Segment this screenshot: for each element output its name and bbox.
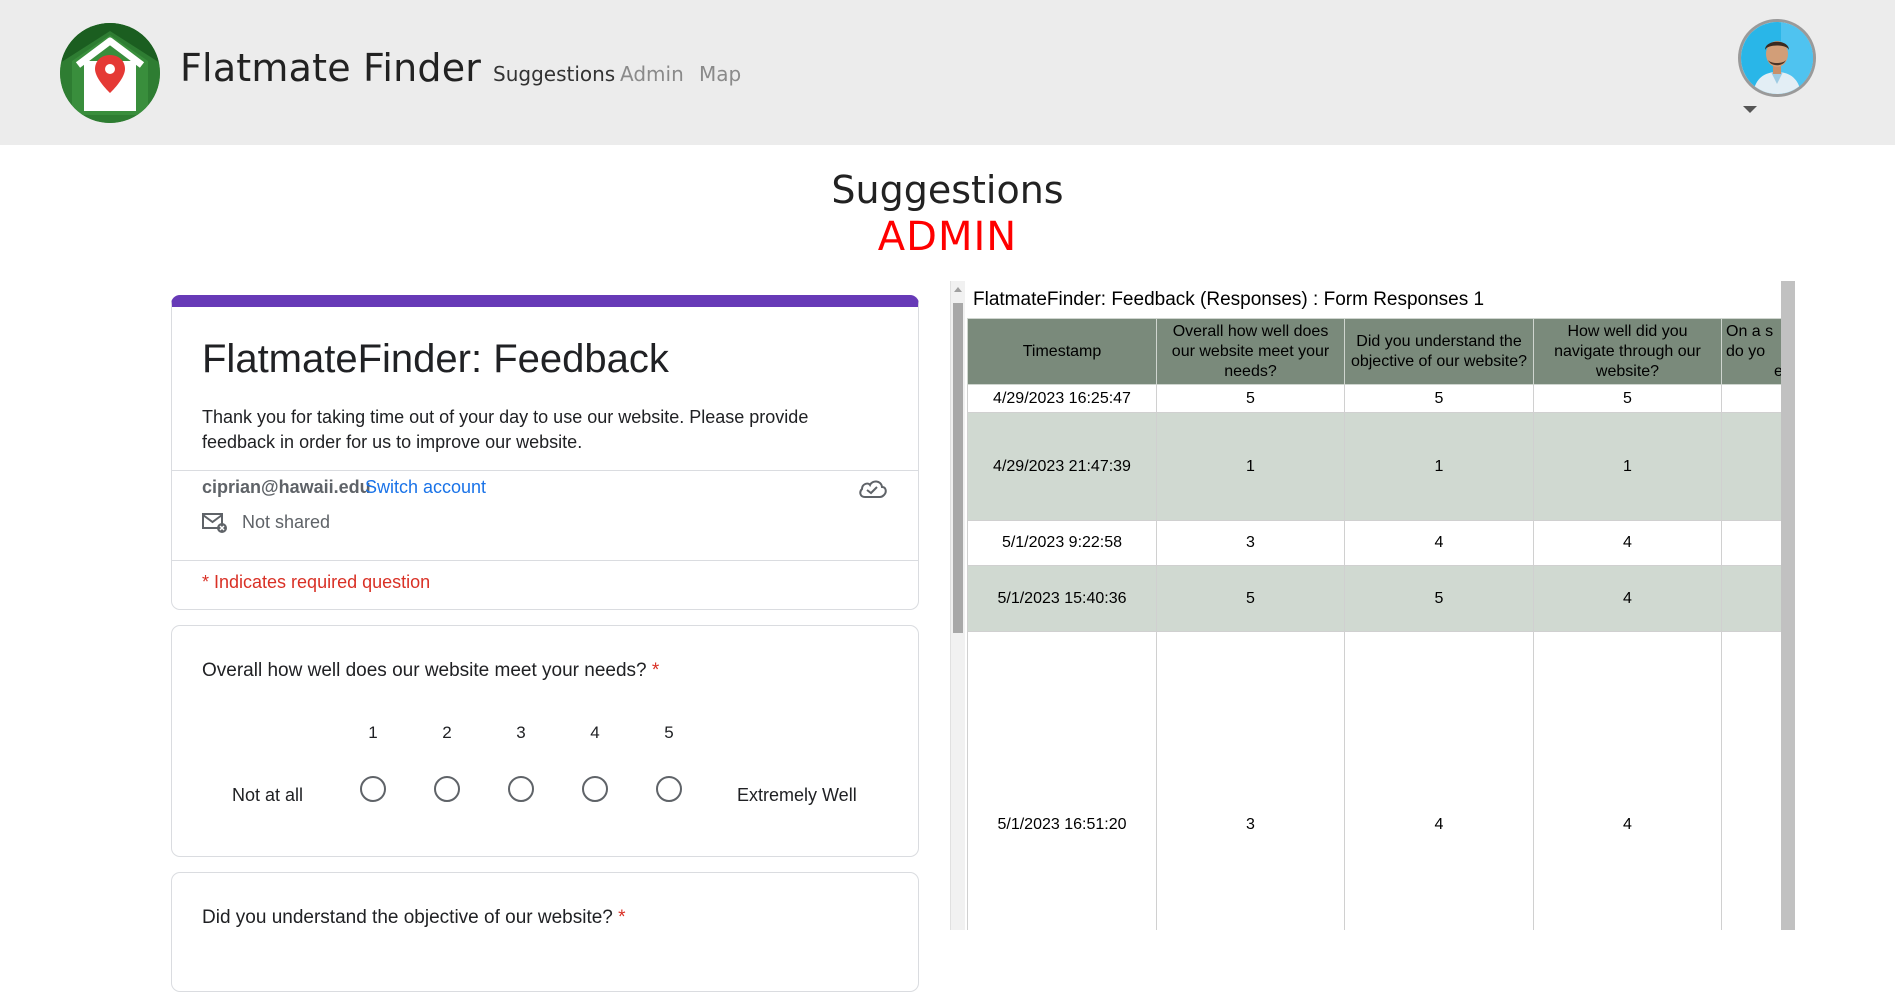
cell-q4 <box>1721 412 1788 521</box>
header-cell-timestamp: Timestamp <box>967 318 1157 385</box>
cell-timestamp: 4/29/2023 21:47:39 <box>967 412 1157 521</box>
cell-timestamp: 4/29/2023 16:25:47 <box>967 384 1157 413</box>
cell-q3: 1 <box>1533 412 1722 521</box>
cell-q2: 4 <box>1344 520 1534 566</box>
not-shared-label: Not shared <box>242 512 331 532</box>
cell-q4 <box>1721 520 1788 566</box>
cell-q1: 1 <box>1156 412 1345 521</box>
divider <box>172 470 918 471</box>
form-description: Thank you for taking time out of your da… <box>202 407 809 452</box>
table-row: 5/1/2023 9:22:58 3 4 4 <box>967 520 1788 566</box>
header-cell-q4-partial: On a s do yo e <box>1721 318 1788 385</box>
cloud-check-icon <box>857 477 887 501</box>
radio-option-1[interactable] <box>360 776 386 802</box>
header-partial-line: do yo <box>1726 342 1766 360</box>
form-header-card: FlatmateFinder: Feedback Thank you for t… <box>171 295 919 610</box>
radio-option-2[interactable] <box>434 776 460 802</box>
header-cell-q1: Overall how well does our website meet y… <box>1156 318 1345 385</box>
cell-timestamp: 5/1/2023 15:40:36 <box>967 565 1157 632</box>
cell-q2: 1 <box>1344 412 1534 521</box>
responses-sheet-embed[interactable]: FlatmateFinder: Feedback (Responses) : F… <box>950 281 1795 930</box>
page-title: Suggestions <box>831 168 1064 212</box>
question-card-1: Overall how well does our website meet y… <box>171 625 919 857</box>
sheet-scrollbar-thumb[interactable] <box>953 303 963 633</box>
cell-q2: 5 <box>1344 384 1534 413</box>
form-title: FlatmateFinder: Feedback <box>202 337 669 381</box>
cell-timestamp: 5/1/2023 9:22:58 <box>967 520 1157 566</box>
avatar-dropdown-caret[interactable] <box>1743 106 1757 113</box>
divider <box>172 560 918 561</box>
question-text: Did you understand the objective of our … <box>202 907 626 929</box>
scale-label-4: 4 <box>590 723 600 742</box>
radio-option-4[interactable] <box>582 776 608 802</box>
table-row: 4/29/2023 16:25:47 5 5 5 <box>967 384 1788 413</box>
required-note: * Indicates required question <box>202 572 431 592</box>
top-navbar: Flatmate Finder Suggestions Admin Map <box>0 0 1895 145</box>
brand-title[interactable]: Flatmate Finder <box>180 46 481 90</box>
nav-map[interactable]: Map <box>699 62 741 86</box>
cell-q3: 5 <box>1533 384 1722 413</box>
nav-admin[interactable]: Admin <box>620 62 684 86</box>
cell-q1: 5 <box>1156 384 1345 413</box>
cell-q1: 3 <box>1156 520 1345 566</box>
scale-high-label: Extremely Well <box>737 785 857 805</box>
cell-q4 <box>1721 631 1788 930</box>
question-label: Did you understand the objective of our … <box>202 907 613 928</box>
user-avatar[interactable] <box>1738 19 1816 97</box>
question-card-2: Did you understand the objective of our … <box>171 872 919 992</box>
cell-q2: 4 <box>1344 631 1534 930</box>
required-asterisk: * <box>618 907 626 928</box>
scale-label-2: 2 <box>442 723 452 742</box>
sheet-right-scrollbar[interactable] <box>1781 281 1795 930</box>
cell-q4 <box>1721 565 1788 632</box>
sheet-title: FlatmateFinder: Feedback (Responses) : F… <box>973 289 1485 310</box>
page-subtitle-admin: ADMIN <box>877 214 1018 260</box>
cell-q3: 4 <box>1533 520 1722 566</box>
responses-table: Timestamp Overall how well does our webs… <box>967 318 1788 930</box>
cell-q4 <box>1721 384 1788 413</box>
header-partial-line: On a s <box>1726 322 1774 340</box>
cell-q1: 5 <box>1156 565 1345 632</box>
table-row: 4/29/2023 21:47:39 1 1 1 <box>967 412 1788 521</box>
scale-label-1: 1 <box>368 723 378 742</box>
question-text: Overall how well does our website meet y… <box>202 660 659 682</box>
account-email: ciprian@hawaii.edu <box>202 477 371 497</box>
cell-timestamp: 5/1/2023 16:51:20 <box>967 631 1157 930</box>
cell-q1: 3 <box>1156 631 1345 930</box>
switch-account-link[interactable]: Switch account <box>365 477 486 498</box>
cell-q2: 5 <box>1344 565 1534 632</box>
scale-label-3: 3 <box>516 723 526 742</box>
question-label: Overall how well does our website meet y… <box>202 660 647 681</box>
header-cell-q3: How well did you navigate through our we… <box>1533 318 1722 385</box>
scale-label-5: 5 <box>664 723 674 742</box>
cell-q3: 4 <box>1533 631 1722 930</box>
scale-low-label: Not at all <box>232 785 304 805</box>
table-row: 5/1/2023 16:51:20 3 4 4 <box>967 631 1788 930</box>
required-asterisk: * <box>651 660 660 681</box>
table-row: 5/1/2023 15:40:36 5 5 4 <box>967 565 1788 632</box>
header-cell-q2: Did you understand the objective of our … <box>1344 318 1534 385</box>
header-partial-line: e <box>1774 362 1783 380</box>
house-pin-logo[interactable] <box>60 23 160 123</box>
radio-option-5[interactable] <box>656 776 682 802</box>
radio-option-3[interactable] <box>508 776 534 802</box>
mail-off-icon <box>202 512 228 534</box>
cell-q3: 4 <box>1533 565 1722 632</box>
scroll-up-arrow-icon[interactable] <box>954 287 962 292</box>
nav-suggestions[interactable]: Suggestions <box>493 62 615 86</box>
